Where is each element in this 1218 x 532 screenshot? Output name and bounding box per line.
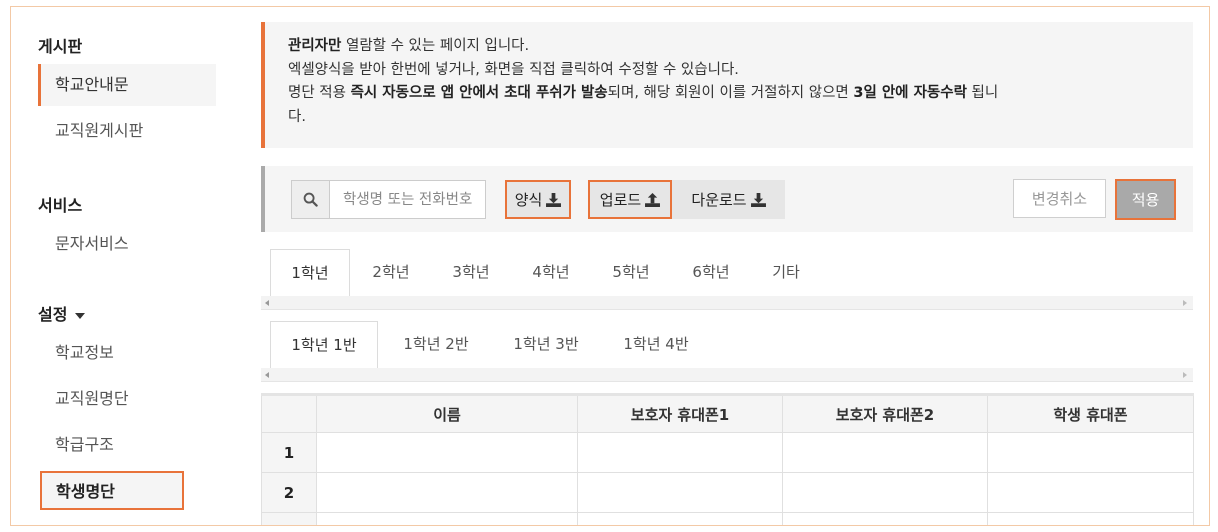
sidebar-item-sms-service[interactable]: 문자서비스 bbox=[38, 223, 216, 265]
search-input[interactable] bbox=[331, 181, 485, 218]
scroll-left-icon[interactable] bbox=[265, 372, 269, 378]
scroll-left-icon[interactable] bbox=[265, 300, 269, 306]
search-button[interactable] bbox=[292, 181, 330, 218]
tab-grade-3[interactable]: 3학년 bbox=[441, 249, 501, 295]
column-header-index bbox=[261, 393, 317, 433]
upload-button[interactable]: 업로드 bbox=[588, 180, 672, 219]
tab-grade-6[interactable]: 6학년 bbox=[681, 249, 741, 295]
notice-line-4: 다. bbox=[288, 108, 306, 125]
cell-guardian-phone-1[interactable] bbox=[577, 512, 783, 525]
cell-student-phone[interactable] bbox=[987, 472, 1194, 513]
tab-class-1[interactable]: 1학년 1반 bbox=[270, 321, 378, 368]
cell-guardian-phone-2[interactable] bbox=[782, 432, 988, 473]
sidebar-item-staff-board[interactable]: 교직원게시판 bbox=[38, 110, 216, 152]
column-header-name: 이름 bbox=[316, 393, 578, 433]
cell-name[interactable] bbox=[316, 472, 578, 513]
sidebar-item-school-info[interactable]: 학교정보 bbox=[38, 332, 216, 374]
table-header-row: 이름 보호자 휴대폰1 보호자 휴대폰2 학생 휴대폰 bbox=[261, 393, 1194, 433]
main-frame: 게시판 학교안내문 교직원게시판 서비스 문자서비스 설정 학교정보 교직원명단… bbox=[10, 6, 1210, 526]
table-row bbox=[261, 512, 1194, 525]
row-number: 1 bbox=[261, 432, 317, 473]
admin-notice: 관리자만 열람할 수 있는 페이지 입니다. 엑셀양식을 받아 한번에 넣거나,… bbox=[261, 22, 1193, 148]
row-number bbox=[261, 512, 317, 525]
cell-student-phone[interactable] bbox=[987, 432, 1194, 473]
cell-guardian-phone-2[interactable] bbox=[782, 512, 988, 525]
grade-tabs: 1학년 2학년 3학년 4학년 5학년 6학년 기타 bbox=[261, 249, 1193, 297]
row-number: 2 bbox=[261, 472, 317, 513]
cell-guardian-phone-2[interactable] bbox=[782, 472, 988, 513]
cell-guardian-phone-1[interactable] bbox=[577, 432, 783, 473]
sidebar-item-class-structure[interactable]: 학급구조 bbox=[38, 424, 216, 466]
form-download-button[interactable]: 양식 bbox=[505, 180, 571, 219]
sidebar-item-school-notice[interactable]: 학교안내문 bbox=[38, 64, 216, 106]
toolbar: 양식 업로드 다운로드 변경취소 적용 bbox=[261, 166, 1193, 232]
notice-line-1: 관리자만 열람할 수 있는 페이지 입니다. bbox=[288, 38, 530, 54]
tab-grade-5[interactable]: 5학년 bbox=[601, 249, 661, 295]
download-icon bbox=[546, 192, 562, 207]
caret-down-icon bbox=[75, 312, 86, 319]
tab-grade-other[interactable]: 기타 bbox=[766, 249, 806, 295]
search-box bbox=[291, 180, 486, 219]
apply-button[interactable]: 적용 bbox=[1115, 179, 1176, 220]
notice-line-3: 명단 적용 즉시 자동으로 앱 안에서 초대 푸쉬가 발송되며, 해당 회원이 … bbox=[288, 85, 999, 101]
scroll-right-icon[interactable] bbox=[1183, 372, 1187, 378]
cell-name[interactable] bbox=[316, 512, 578, 525]
cell-guardian-phone-1[interactable] bbox=[577, 472, 783, 513]
student-table: 이름 보호자 휴대폰1 보호자 휴대폰2 학생 휴대폰 1 2 bbox=[261, 393, 1194, 525]
download-button[interactable]: 다운로드 bbox=[672, 180, 785, 219]
scroll-right-icon[interactable] bbox=[1183, 300, 1187, 306]
column-header-student-phone: 학생 휴대폰 bbox=[987, 393, 1194, 433]
tab-grade-4[interactable]: 4학년 bbox=[521, 249, 581, 295]
class-tabs-scrollbar[interactable] bbox=[261, 368, 1193, 382]
column-header-guardian-phone-2: 보호자 휴대폰2 bbox=[782, 393, 988, 433]
cell-student-phone[interactable] bbox=[987, 512, 1194, 525]
tab-grade-1[interactable]: 1학년 bbox=[270, 249, 350, 296]
sidebar: 게시판 학교안내문 교직원게시판 서비스 문자서비스 설정 학교정보 교직원명단… bbox=[11, 7, 226, 525]
sidebar-section-board: 게시판 bbox=[38, 37, 83, 56]
sidebar-item-staff-list[interactable]: 교직원명단 bbox=[38, 378, 216, 420]
search-icon bbox=[303, 192, 318, 207]
sidebar-section-service: 서비스 bbox=[38, 196, 83, 215]
column-header-guardian-phone-1: 보호자 휴대폰1 bbox=[577, 393, 783, 433]
grade-tabs-scrollbar[interactable] bbox=[261, 296, 1193, 310]
table-row: 1 bbox=[261, 432, 1194, 473]
download-icon bbox=[750, 192, 766, 207]
tab-grade-2[interactable]: 2학년 bbox=[361, 249, 421, 295]
upload-icon bbox=[645, 192, 661, 207]
sidebar-item-student-list[interactable]: 학생명단 bbox=[40, 471, 184, 510]
cancel-changes-button[interactable]: 변경취소 bbox=[1013, 179, 1106, 218]
tab-class-4[interactable]: 1학년 4반 bbox=[611, 321, 701, 367]
cell-name[interactable] bbox=[316, 432, 578, 473]
table-row: 2 bbox=[261, 472, 1194, 513]
tab-class-3[interactable]: 1학년 3반 bbox=[501, 321, 591, 367]
class-tabs: 1학년 1반 1학년 2반 1학년 3반 1학년 4반 bbox=[261, 321, 1193, 369]
sidebar-section-settings[interactable]: 설정 bbox=[38, 301, 86, 325]
tab-class-2[interactable]: 1학년 2반 bbox=[391, 321, 481, 367]
settings-label: 설정 bbox=[38, 305, 68, 324]
notice-line-2: 엑셀양식을 받아 한번에 넣거나, 화면을 직접 클릭하여 수정할 수 있습니다… bbox=[288, 61, 739, 78]
